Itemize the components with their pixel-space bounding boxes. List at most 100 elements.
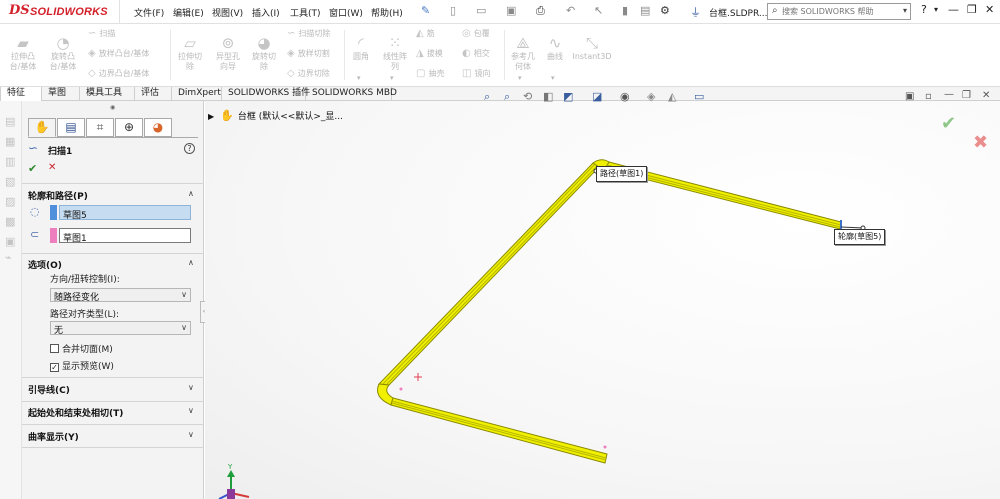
strip-dim-icon[interactable]: ▧ [5, 175, 15, 188]
menu-help[interactable]: 帮助(H) [371, 6, 403, 19]
pin-icon[interactable]: ✎ [421, 4, 430, 17]
help-icon[interactable]: ? [184, 143, 195, 154]
zoom-to-fit-icon[interactable]: ⌕ [484, 90, 490, 104]
strip-scene-icon[interactable]: ▣ [5, 235, 15, 248]
menu-tools[interactable]: 工具(T) [290, 6, 321, 19]
tab-mold-tools[interactable]: 模具工具 [80, 87, 135, 101]
property-manager-tab-icon[interactable]: ▤ [57, 118, 85, 137]
restore-icon[interactable]: ❐ [967, 3, 977, 16]
pattern-dropdown-icon[interactable]: ▾ [390, 74, 394, 82]
hide-show-items-icon[interactable]: ◉ [620, 90, 630, 103]
zoom-to-area-icon[interactable]: ⌕ [504, 90, 510, 104]
expand-arrow-icon[interactable]: ▶ [208, 112, 214, 121]
shell-button[interactable]: ▢ 抽壳 [416, 68, 444, 79]
sweep-preview[interactable] [205, 101, 1000, 499]
confirm-cancel-button[interactable]: ✖ [973, 132, 988, 153]
tab-solidworks-mbd[interactable]: SOLIDWORKS MBD [306, 87, 397, 101]
show-preview-checkbox[interactable]: ✓ 显示预览(W) [50, 359, 114, 372]
undo-icon[interactable]: ↶ [566, 4, 575, 17]
curves-dropdown-icon[interactable]: ▾ [551, 74, 555, 82]
cancel-button[interactable]: ✕ [48, 162, 56, 173]
linear-pattern-button[interactable]: ⁙ 线性阵 列 [378, 34, 412, 72]
options-section-header[interactable]: 选项(O) [28, 258, 62, 271]
panel-grip-icon[interactable]: ◉ [110, 104, 115, 111]
previous-view-icon[interactable]: ⟲ [523, 90, 532, 103]
hole-wizard-button[interactable]: ⊚ 异型孔 向导 [210, 34, 246, 72]
file-properties-icon[interactable]: ▤ [640, 4, 650, 17]
display-manager-tab-icon[interactable]: ◕ [144, 118, 172, 137]
strip-sketch-icon[interactable]: ▦ [5, 135, 15, 148]
path-selection-box[interactable]: 草图1 [59, 228, 191, 244]
viewport-close-icon[interactable]: ✕ [982, 90, 990, 101]
path-callout[interactable]: 路径(草图1) [596, 166, 648, 182]
mirror-button[interactable]: ◫ 镜向 [462, 68, 490, 79]
menu-insert[interactable]: 插入(I) [252, 6, 280, 19]
edit-appearance-icon[interactable]: ◈ [647, 90, 655, 103]
alignment-dropdown[interactable]: 无 ∨ [50, 321, 191, 336]
checkbox-checked-icon[interactable]: ✓ [50, 363, 59, 372]
strip-appearance-icon[interactable]: ▩ [5, 215, 15, 228]
ok-button[interactable]: ✔ [28, 162, 37, 175]
guide-curves-section-header[interactable]: 引导线(C) [28, 383, 70, 396]
sweep-button[interactable]: ∽ 扫描 [88, 28, 115, 39]
tab-dimxpert[interactable]: DimXpert [172, 87, 222, 101]
orientation-dropdown[interactable]: 随路径变化 ∨ [50, 288, 191, 303]
fillet-button[interactable]: ◜ 圆角 [346, 34, 376, 62]
menu-file[interactable]: 文件(F) [134, 6, 164, 19]
search-input[interactable] [782, 5, 896, 18]
help-question-icon[interactable]: ? [921, 3, 927, 16]
section-view-icon[interactable]: ◧ [543, 90, 553, 103]
curves-button[interactable]: ∿ 曲线 [541, 34, 569, 62]
viewport-maximize-icon[interactable]: ❐ [962, 90, 971, 101]
reference-geometry-button[interactable]: ⟁ 参考几 何体 [506, 34, 540, 72]
viewport-tile-icon[interactable]: ▣ [905, 91, 914, 102]
profile-callout[interactable]: 轮廓(草图5) [834, 229, 886, 245]
select-icon[interactable]: ↖ [594, 4, 603, 17]
display-style-icon[interactable]: ◪ [592, 90, 602, 103]
expand-chevron-icon[interactable]: ∨ [188, 383, 194, 392]
start-end-tangency-section-header[interactable]: 起始处和结束处相切(T) [28, 406, 123, 419]
tab-evaluate[interactable]: 评估 [135, 87, 172, 101]
revolve-boss-button[interactable]: ◔ 旋转凸 台/基体 [44, 34, 82, 72]
search-dropdown-icon[interactable]: ▾ [903, 6, 907, 15]
confirm-ok-button[interactable]: ✔ [941, 113, 956, 134]
profile-selection-box[interactable]: 草图5 [59, 205, 191, 221]
rib-button[interactable]: ◭ 筋 [416, 28, 435, 39]
boundary-cut-button[interactable]: ◇ 边界切除 [287, 68, 330, 79]
close-icon[interactable]: ✕ [985, 3, 994, 16]
view-settings-icon[interactable]: ▭ [694, 90, 704, 103]
expand-chevron-icon[interactable]: ∨ [188, 406, 194, 415]
rebuild-icon[interactable]: ▮ [622, 4, 628, 17]
menu-view[interactable]: 视图(V) [212, 6, 243, 19]
solidworks-logo[interactable]: DS SOLIDWORKS [0, 0, 120, 24]
view-orientation-icon[interactable]: ◩ [563, 90, 573, 103]
open-icon[interactable]: ▭ [476, 4, 486, 17]
swept-cut-button[interactable]: ∽ 扫描切除 [287, 28, 330, 39]
intersect-button[interactable]: ◐ 相交 [462, 48, 490, 59]
instant3d-button[interactable]: ⤡ Instant3D [570, 34, 614, 62]
graphics-area[interactable]: ▶ ✋ 台框 (默认<<默认>_显... ✔ ✖ 路径(草图1) 轮廓(草图5) Y [205, 101, 1000, 499]
loft-boss-button[interactable]: ◈ 放样凸台/基体 [88, 48, 149, 59]
tab-features[interactable]: 特征 [0, 87, 42, 101]
feature-tree-root[interactable]: ▶ ✋ 台框 (默认<<默认>_显... [208, 109, 343, 122]
tab-sketch[interactable]: 草图 [42, 87, 80, 101]
extrude-cut-button[interactable]: ▱ 拉伸切 除 [172, 34, 208, 72]
search-box[interactable]: ⌕ ▾ [767, 3, 911, 20]
viewport-minimize-icon[interactable]: — [944, 89, 954, 100]
minimize-icon[interactable]: — [948, 3, 959, 16]
menu-window[interactable]: 窗口(W) [329, 6, 363, 19]
menu-edit[interactable]: 编辑(E) [173, 6, 204, 19]
apply-scene-icon[interactable]: ◭ [668, 90, 676, 103]
collapse-chevron-icon[interactable]: ∧ [188, 258, 194, 267]
strip-feature-icon[interactable]: ▤ [5, 115, 15, 128]
draft-button[interactable]: ◮ 拔模 [416, 48, 443, 59]
dimxpert-manager-tab-icon[interactable]: ⊕ [115, 118, 143, 137]
collapse-chevron-icon[interactable]: ∧ [188, 189, 194, 198]
new-document-icon[interactable]: ▯ [450, 4, 456, 17]
profile-path-section-header[interactable]: 轮廓和路径(P) [28, 189, 88, 202]
configuration-manager-tab-icon[interactable]: ⌗ [86, 118, 114, 137]
tab-solidworks-addins[interactable]: SOLIDWORKS 插件 [222, 87, 310, 101]
fillet-dropdown-icon[interactable]: ▾ [357, 74, 361, 82]
curvature-display-section-header[interactable]: 曲率显示(Y) [28, 430, 79, 443]
extrude-boss-button[interactable]: ▰ 拉伸凸 台/基体 [4, 34, 42, 72]
